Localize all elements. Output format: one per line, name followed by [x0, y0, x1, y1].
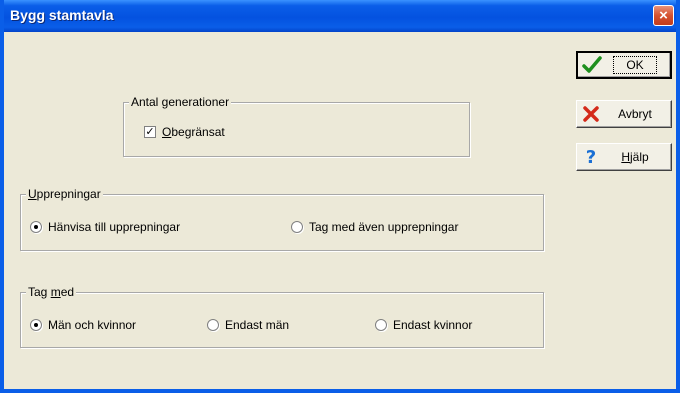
include-repetitions-label: Tag med även upprepningar [309, 220, 459, 234]
generations-group: Antal generationer ✓ Obegränsat [123, 95, 470, 157]
checkmark-icon [578, 56, 606, 74]
help-button[interactable]: ? Hjälp [576, 143, 672, 171]
dialog-content: Antal generationer ✓ Obegränsat Upprepni… [8, 32, 672, 385]
include-repetitions-radio-row[interactable]: Tag med även upprepningar [291, 220, 458, 234]
cancel-button[interactable]: Avbryt [576, 100, 672, 128]
unlimited-label: Obegränsat [162, 125, 225, 139]
refer-repetitions-radio[interactable] [30, 221, 42, 233]
unlimited-checkbox-row[interactable]: ✓ Obegränsat [144, 125, 225, 139]
unlimited-checkbox[interactable]: ✓ [144, 126, 156, 138]
ok-button[interactable]: OK [576, 51, 672, 79]
include-group: Tag med Män och kvinnor Endast män Endas… [20, 285, 544, 348]
close-button[interactable]: × [653, 5, 674, 26]
window-title: Bygg stamtavla [10, 7, 114, 23]
only-men-radio-row[interactable]: Endast män [207, 318, 289, 332]
dialog-window: Bygg stamtavla × Antal generationer ✓ Ob… [0, 0, 680, 393]
repetitions-legend: Upprepningar [26, 187, 103, 201]
refer-repetitions-label: Hänvisa till upprepningar [48, 220, 181, 234]
only-men-label: Endast män [225, 318, 290, 332]
only-men-radio[interactable] [207, 319, 219, 331]
x-mark-icon [577, 106, 605, 122]
men-and-women-label: Män och kvinnor [48, 318, 137, 332]
include-legend: Tag med [26, 285, 77, 299]
title-bar[interactable]: Bygg stamtavla × [4, 0, 676, 32]
repetitions-group: Upprepningar Hänvisa till upprepningar T… [20, 187, 544, 251]
ok-label: OK [613, 56, 657, 74]
men-and-women-radio[interactable] [30, 319, 42, 331]
refer-repetitions-radio-row[interactable]: Hänvisa till upprepningar [30, 220, 180, 234]
checkmark-glyph: ✓ [145, 126, 155, 138]
help-label: Hjälp [621, 150, 649, 164]
men-and-women-radio-row[interactable]: Män och kvinnor [30, 318, 136, 332]
close-icon: × [659, 7, 668, 24]
only-women-label: Endast kvinnor [393, 318, 473, 332]
only-women-radio-row[interactable]: Endast kvinnor [375, 318, 472, 332]
include-repetitions-radio[interactable] [291, 221, 303, 233]
only-women-radio[interactable] [375, 319, 387, 331]
cancel-label: Avbryt [618, 107, 652, 121]
generations-legend: Antal generationer [129, 95, 232, 109]
question-mark-icon: ? [585, 146, 597, 168]
